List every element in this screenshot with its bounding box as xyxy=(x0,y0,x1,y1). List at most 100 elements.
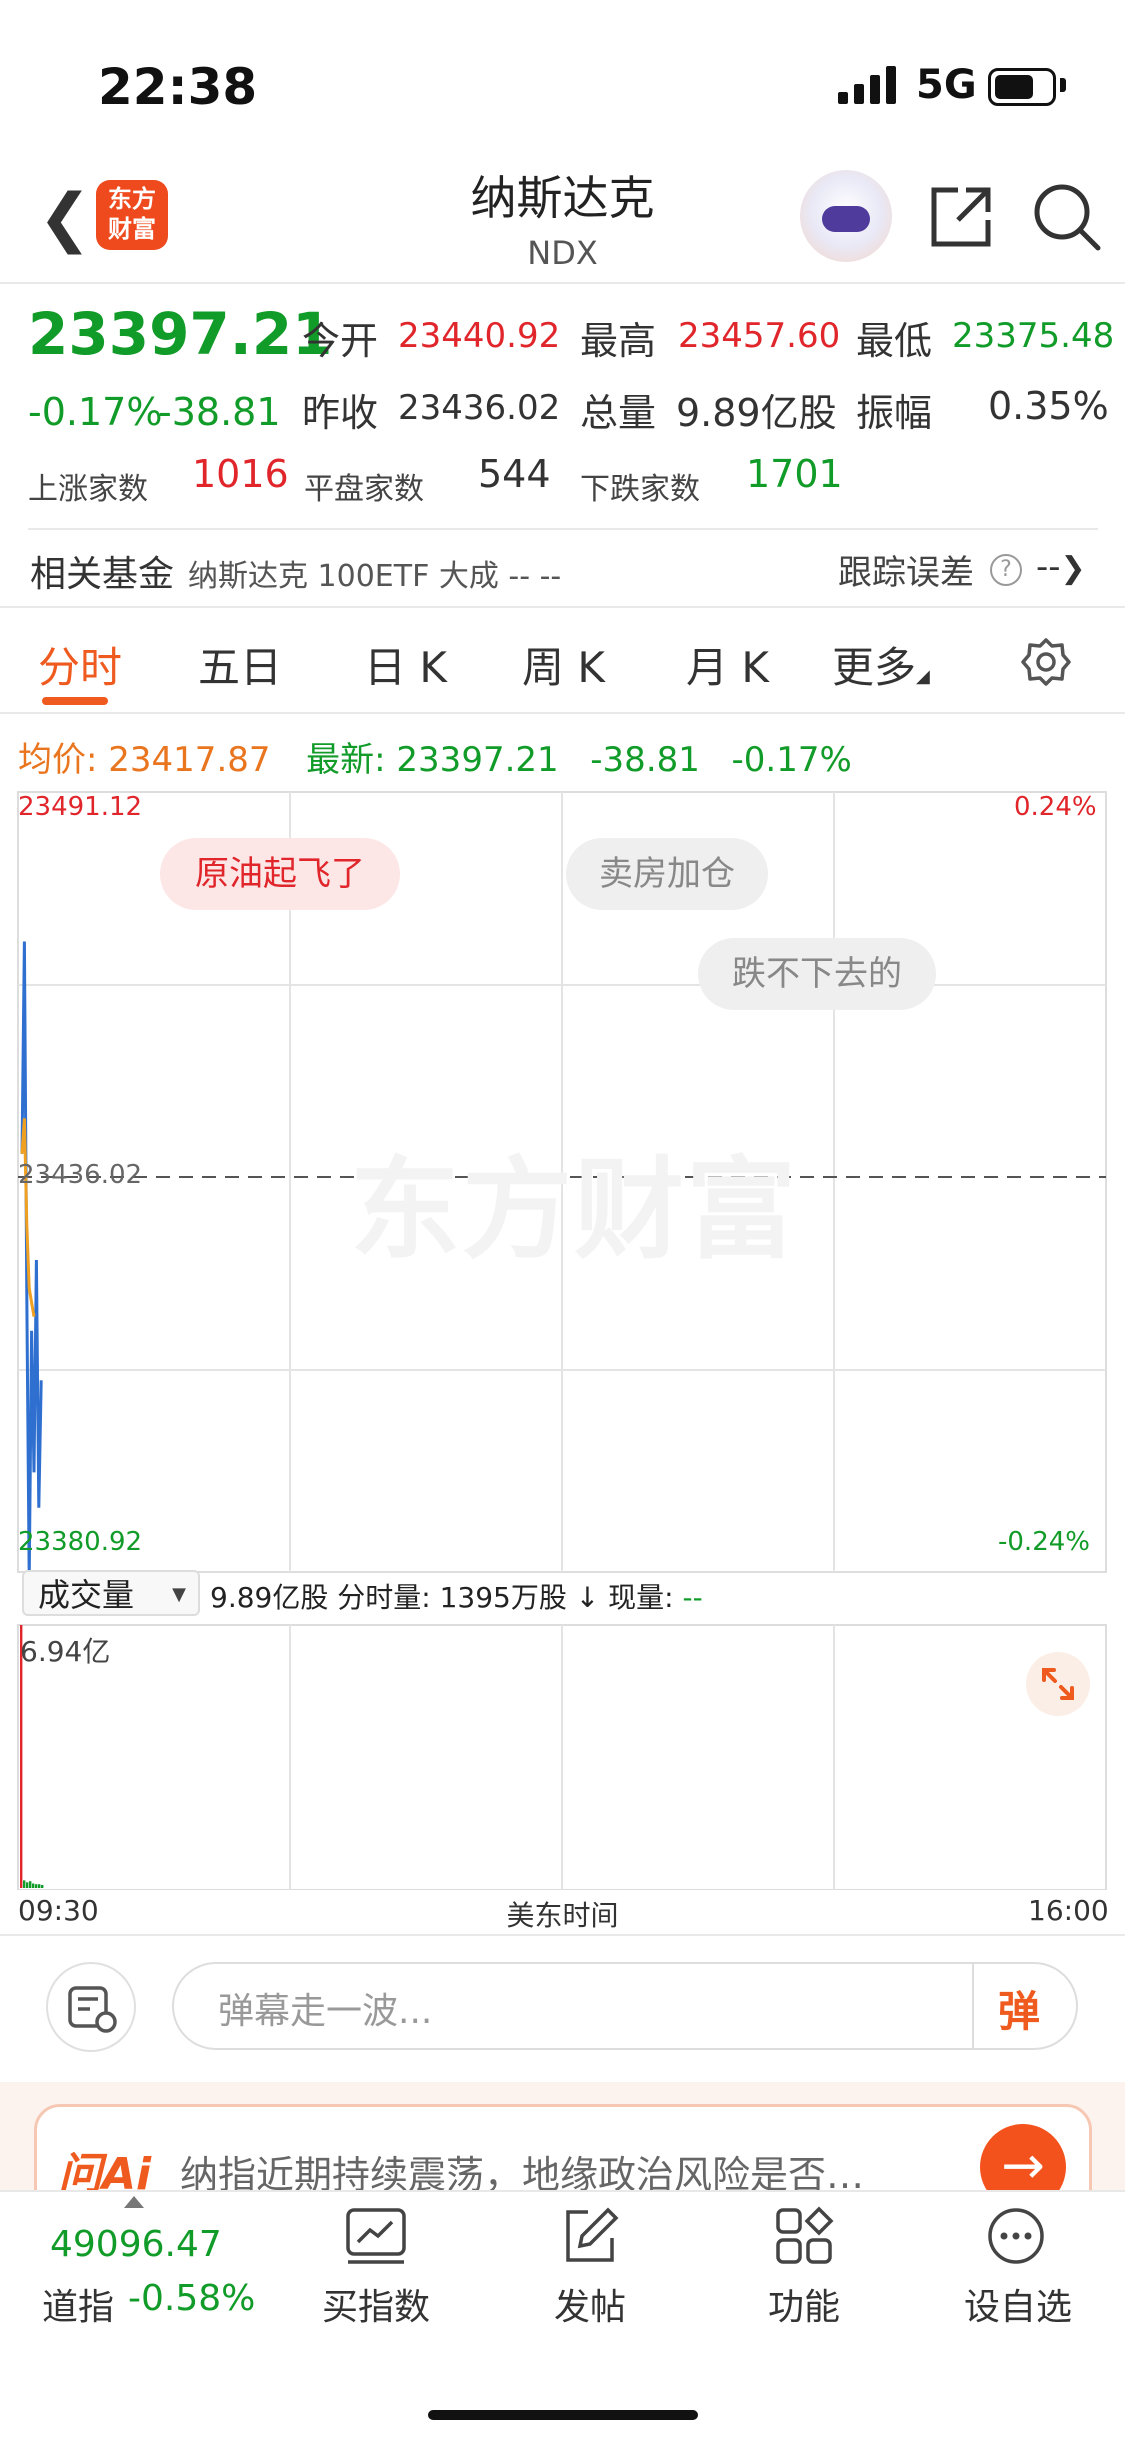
tracking-error-value[interactable]: --❯ xyxy=(1036,547,1086,587)
tab-monthly-k[interactable]: 月 K xyxy=(686,634,769,695)
flat-count-label: 平盘家数 xyxy=(304,472,424,507)
signal-icon xyxy=(838,66,896,104)
avg-price-label: 均价: xyxy=(18,740,98,780)
dow-name[interactable]: 道指 xyxy=(42,2278,114,2330)
latest-value: 23397.21 xyxy=(396,740,559,780)
amplitude-label: 振幅 xyxy=(856,391,933,435)
assistant-robot-icon[interactable] xyxy=(800,170,892,262)
price-line xyxy=(20,941,43,1579)
now-volume: -- xyxy=(682,1581,703,1614)
related-fund-name[interactable]: 纳斯达克 100ETF 大成 -- -- xyxy=(188,551,561,595)
volume-bar xyxy=(41,1885,44,1888)
flat-count: 544 xyxy=(478,452,551,496)
home-indicator xyxy=(428,2410,698,2420)
volume-bar xyxy=(29,1881,32,1888)
chart-grid xyxy=(17,791,1107,1890)
help-icon[interactable]: ? xyxy=(990,554,1022,586)
open-value: 23440.92 xyxy=(398,316,561,356)
dow-value[interactable]: 49096.47 xyxy=(50,2224,222,2265)
open-label: 今开 xyxy=(302,319,379,363)
danmaku-bubble[interactable]: 原油起飞了 xyxy=(160,838,400,910)
tabs-divider xyxy=(0,712,1125,714)
edit-icon[interactable] xyxy=(560,2206,620,2266)
volume-bar xyxy=(38,1884,41,1888)
nav-post[interactable]: 发帖 xyxy=(554,2278,626,2330)
tab-intraday[interactable]: 分时 xyxy=(38,634,122,695)
prev-close-label: 昨收 xyxy=(302,391,379,435)
avg-price-line xyxy=(20,1118,36,1317)
battery-tip xyxy=(1060,78,1066,92)
y-max-label: 23491.12 xyxy=(18,792,143,822)
latest-change: -38.81 xyxy=(590,740,700,780)
now-volume-label: 现量: xyxy=(608,1581,674,1614)
pct-min-label: -0.24% xyxy=(998,1527,1090,1557)
tab-five-day[interactable]: 五日 xyxy=(198,634,282,695)
volume-bar xyxy=(23,1880,26,1888)
status-time: 22:38 xyxy=(98,58,258,116)
network-type: 5G xyxy=(916,62,977,108)
fs-volume-label: 分时量: xyxy=(337,1581,431,1614)
chart-trend-icon[interactable] xyxy=(344,2206,408,2266)
latest-label: 最新: xyxy=(306,740,386,780)
x-end-label: 16:00 xyxy=(1028,1894,1109,1927)
danmaku-settings-icon[interactable] xyxy=(46,1962,136,2052)
watermark: 东方财富 xyxy=(350,1146,798,1274)
related-fund-label: 相关基金 xyxy=(30,554,175,595)
quote-divider xyxy=(28,528,1098,530)
volume-bar xyxy=(35,1884,38,1888)
low-value: 23375.48 xyxy=(952,316,1115,356)
indicator-select[interactable]: 成交量 ▼ xyxy=(22,1570,200,1616)
change-value: -38.81 xyxy=(158,390,281,434)
caret-up-icon[interactable] xyxy=(124,2196,144,2208)
danmaku-separator xyxy=(972,1964,974,2050)
chart-bottom-divider xyxy=(0,1934,1125,1936)
danmaku-send-button[interactable]: 弹 xyxy=(998,1978,1040,2039)
danmaku-bubble[interactable]: 跌不下去的 xyxy=(698,938,936,1010)
down-count: 1701 xyxy=(746,452,843,496)
search-icon[interactable] xyxy=(1032,182,1102,252)
fund-divider xyxy=(0,606,1125,608)
grid-apps-icon[interactable] xyxy=(774,2206,834,2266)
danmaku-placeholder: 弹幕走一波... xyxy=(218,1991,433,2032)
latest-pct: -0.17% xyxy=(731,740,852,780)
intraday-chart[interactable] xyxy=(0,780,1125,1890)
tracking-error-label: 跟踪误差 xyxy=(838,553,974,593)
low-label: 最低 xyxy=(856,319,933,363)
tab-more[interactable]: 更多◢ xyxy=(832,634,930,695)
nav-add-watchlist[interactable]: 设自选 xyxy=(964,2278,1072,2330)
up-count: 1016 xyxy=(192,452,289,496)
high-label: 最高 xyxy=(580,319,657,363)
danmaku-bubble[interactable]: 卖房加仓 xyxy=(566,838,768,910)
volume-total: 9.89亿股 xyxy=(210,1581,329,1614)
x-mid-label: 美东时间 xyxy=(506,1899,619,1932)
volume-value: 9.89亿股 xyxy=(676,391,837,435)
down-arrow-icon: ↓ xyxy=(575,1581,600,1614)
gear-icon[interactable] xyxy=(1020,636,1072,688)
up-count-label: 上涨家数 xyxy=(28,472,148,507)
volume-bar xyxy=(32,1883,35,1888)
tab-active-indicator xyxy=(42,697,108,705)
amplitude-value: 0.35% xyxy=(988,384,1109,428)
volume-label: 总量 xyxy=(580,391,657,435)
nav-functions[interactable]: 功能 xyxy=(768,2278,840,2330)
high-value: 23457.60 xyxy=(678,316,841,356)
expand-icon[interactable] xyxy=(1026,1652,1090,1716)
current-price: 23397.21 xyxy=(28,300,333,368)
more-dots-icon[interactable] xyxy=(986,2206,1046,2266)
battery-icon xyxy=(988,68,1056,106)
y-mid-label: 23436.02 xyxy=(18,1160,143,1190)
avg-price-value: 23417.87 xyxy=(108,740,271,780)
change-percent: -0.17% xyxy=(28,390,163,434)
y-min-label: 23380.92 xyxy=(18,1527,143,1557)
nav-buy-index[interactable]: 买指数 xyxy=(322,2278,430,2330)
tab-weekly-k[interactable]: 周 K xyxy=(522,634,605,695)
share-icon[interactable] xyxy=(928,184,994,250)
volume-bar xyxy=(26,1882,29,1888)
pct-max-label: 0.24% xyxy=(1014,792,1097,822)
fs-volume: 1395万股 xyxy=(439,1581,567,1614)
header-divider xyxy=(0,282,1125,284)
prev-close-value: 23436.02 xyxy=(398,388,561,428)
volume-max-label: 6.94亿 xyxy=(20,1635,111,1668)
dow-pct[interactable]: -0.58% xyxy=(128,2278,255,2319)
tab-daily-k[interactable]: 日 K xyxy=(364,634,447,695)
